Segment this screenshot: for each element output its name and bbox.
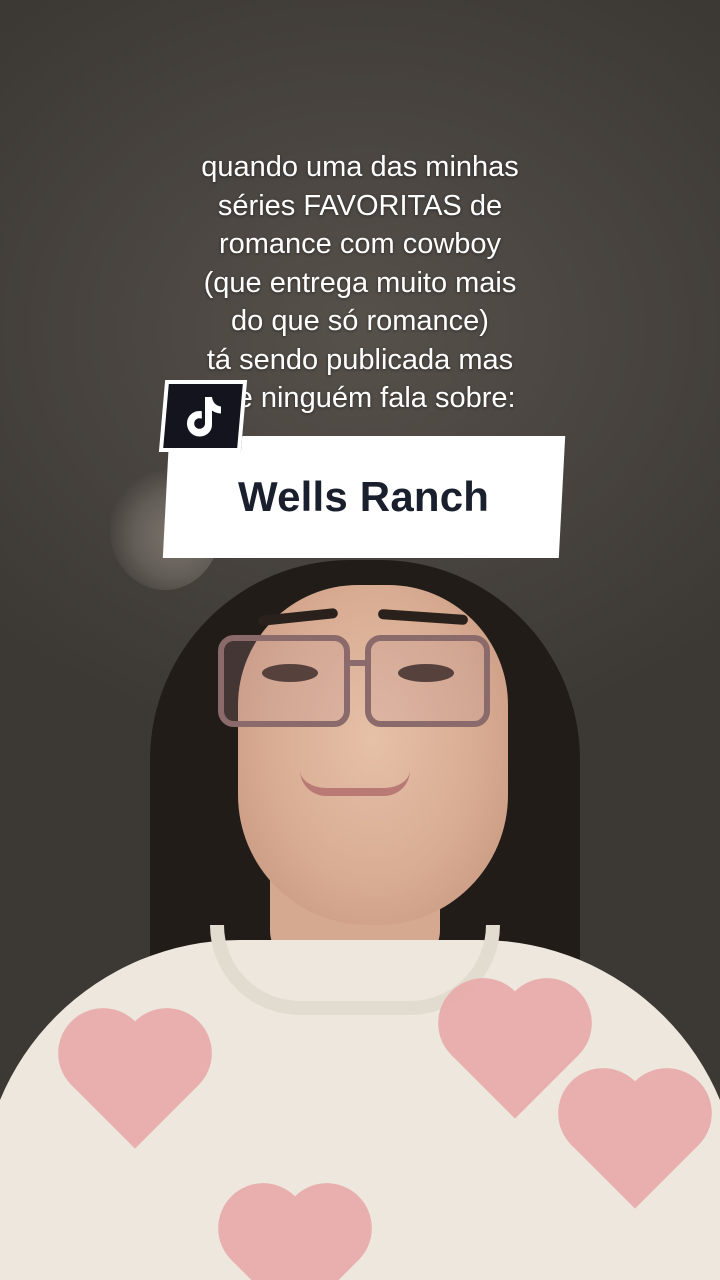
caption-line: séries FAVORITAS de: [217, 189, 503, 222]
title-card-text: Wells Ranch: [238, 473, 490, 520]
tiktok-icon: [158, 380, 248, 452]
caption-line: (que entrega muito mais: [203, 266, 517, 299]
caption-line: romance com cowboy: [218, 228, 502, 260]
person-smile: [300, 770, 410, 796]
caption-line: do que só romance): [231, 305, 489, 337]
tiktok-logo-glyph: [187, 397, 221, 437]
video-caption: quando uma das minhas séries FAVORITAS d…: [110, 148, 610, 418]
caption-line: quando uma das minhas: [201, 151, 519, 183]
glasses-right-lens: [365, 635, 490, 727]
title-card: Wells Ranch: [162, 436, 566, 558]
sweater-heart: [231, 1196, 359, 1280]
glasses-left-lens: [218, 635, 350, 727]
glasses-bridge: [348, 660, 368, 666]
caption-line: tá sendo publicada mas: [206, 343, 514, 376]
